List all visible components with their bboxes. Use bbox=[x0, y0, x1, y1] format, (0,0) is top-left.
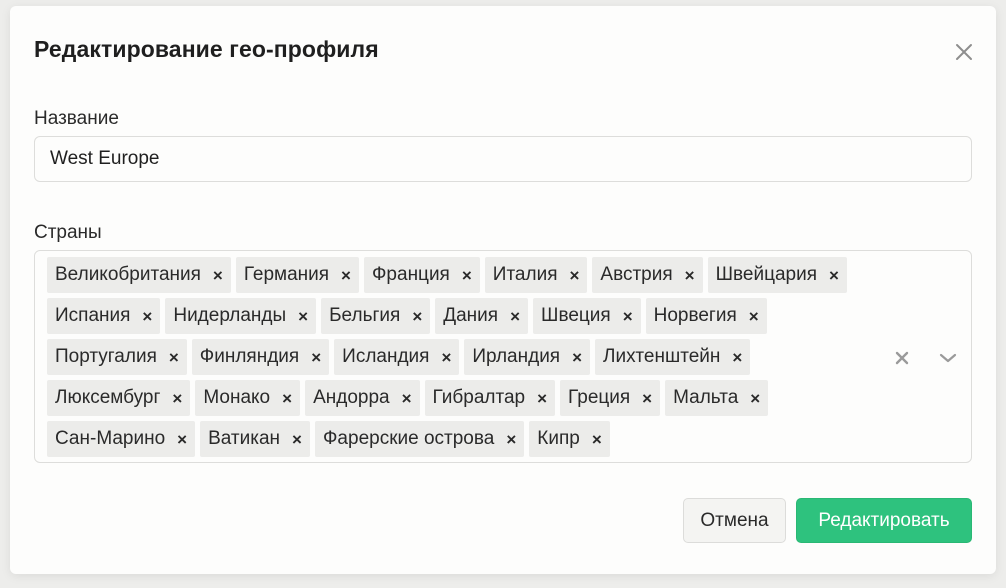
country-chip-label: Швеция bbox=[541, 305, 611, 326]
country-chip: Австрия × bbox=[592, 257, 703, 293]
remove-chip-icon[interactable]: × bbox=[142, 308, 152, 325]
remove-chip-icon[interactable]: × bbox=[749, 308, 759, 325]
country-chip-label: Финляндия bbox=[199, 346, 300, 367]
country-chip-label: Ирландия bbox=[472, 346, 561, 367]
remove-chip-icon[interactable]: × bbox=[292, 431, 302, 448]
country-chip-label: Швейцария bbox=[715, 264, 817, 285]
country-chip-label: Бельгия bbox=[329, 305, 401, 326]
country-chip-label: Фарерские острова bbox=[322, 428, 495, 449]
country-chip-label: Испания bbox=[55, 305, 131, 326]
country-chip: Испания × bbox=[47, 298, 161, 334]
countries-multiselect[interactable]: Великобритания × Германия × Франция × Италия × А… bbox=[34, 250, 972, 463]
close-button[interactable] bbox=[950, 38, 978, 66]
country-chip-label: Кипр bbox=[537, 428, 580, 449]
country-chip-label: Франция bbox=[371, 264, 450, 285]
country-chip: Франция × bbox=[363, 257, 480, 293]
country-chip: Андорра × bbox=[305, 380, 420, 416]
country-chip: Норвегия × bbox=[645, 298, 767, 334]
country-chip-label: Нидерланды bbox=[173, 305, 287, 326]
remove-chip-icon[interactable]: × bbox=[213, 267, 223, 284]
country-chip-label: Греция bbox=[568, 387, 631, 408]
country-chip: Бельгия × bbox=[321, 298, 431, 334]
remove-chip-icon[interactable]: × bbox=[623, 308, 633, 325]
remove-chip-icon[interactable]: × bbox=[169, 349, 179, 366]
country-chip: Мальта × bbox=[665, 380, 769, 416]
country-chip-list: Великобритания × Германия × Франция × Италия × А… bbox=[47, 257, 867, 457]
remove-chip-icon[interactable]: × bbox=[506, 431, 516, 448]
country-chip: Лихтенштейн × bbox=[595, 339, 751, 375]
remove-chip-icon[interactable]: × bbox=[298, 308, 308, 325]
chevron-down-icon bbox=[939, 353, 957, 363]
country-chip: Великобритания × bbox=[47, 257, 231, 293]
country-chip-label: Монако bbox=[203, 387, 271, 408]
country-chip: Ирландия × bbox=[464, 339, 591, 375]
country-chip: Германия × bbox=[235, 257, 359, 293]
remove-chip-icon[interactable]: × bbox=[177, 431, 187, 448]
dropdown-toggle[interactable] bbox=[937, 347, 959, 369]
remove-chip-icon[interactable]: × bbox=[402, 390, 412, 407]
country-chip-label: Лихтенштейн bbox=[603, 346, 721, 367]
remove-chip-icon[interactable]: × bbox=[732, 349, 742, 366]
country-chip: Ватикан × bbox=[200, 421, 310, 457]
country-chip: Исландия × bbox=[334, 339, 460, 375]
country-chip: Греция × bbox=[560, 380, 661, 416]
country-chip: Дания × bbox=[435, 298, 529, 334]
remove-chip-icon[interactable]: × bbox=[172, 390, 182, 407]
country-chip-label: Португалия bbox=[55, 346, 157, 367]
remove-chip-icon[interactable]: × bbox=[441, 349, 451, 366]
remove-chip-icon[interactable]: × bbox=[510, 308, 520, 325]
country-chip: Швейцария × bbox=[707, 257, 847, 293]
edit-geo-profile-dialog: Редактирование гео-профиля Название Стра… bbox=[10, 6, 996, 574]
remove-chip-icon[interactable]: × bbox=[685, 267, 695, 284]
country-chip: Гибралтар × bbox=[424, 380, 556, 416]
country-chip-label: Норвегия bbox=[653, 305, 737, 326]
dialog-title: Редактирование гео-профиля bbox=[34, 36, 379, 62]
country-chip: Финляндия × bbox=[191, 339, 330, 375]
remove-chip-icon[interactable]: × bbox=[829, 267, 839, 284]
country-chip: Люксембург × bbox=[47, 380, 191, 416]
country-chip-label: Андорра bbox=[313, 387, 390, 408]
clear-icon bbox=[895, 351, 909, 365]
country-chip-label: Исландия bbox=[342, 346, 430, 367]
remove-chip-icon[interactable]: × bbox=[341, 267, 351, 284]
country-chip: Нидерланды × bbox=[165, 298, 317, 334]
name-field-label: Название bbox=[34, 108, 119, 129]
country-chip-label: Люксембург bbox=[55, 387, 161, 408]
country-chip: Португалия × bbox=[47, 339, 187, 375]
country-chip-label: Ватикан bbox=[208, 428, 281, 449]
remove-chip-icon[interactable]: × bbox=[572, 349, 582, 366]
cancel-button[interactable]: Отмена bbox=[683, 498, 786, 543]
country-chip-label: Сан-Марино bbox=[55, 428, 166, 449]
country-chip: Сан-Марино × bbox=[47, 421, 196, 457]
country-chip-label: Гибралтар bbox=[432, 387, 526, 408]
remove-chip-icon[interactable]: × bbox=[412, 308, 422, 325]
country-chip: Кипр × bbox=[529, 421, 610, 457]
country-chip-label: Дания bbox=[443, 305, 499, 326]
submit-button[interactable]: Редактировать bbox=[796, 498, 972, 543]
country-chip-label: Австрия bbox=[600, 264, 673, 285]
close-icon bbox=[956, 44, 972, 60]
countries-field-label: Страны bbox=[34, 222, 102, 243]
remove-chip-icon[interactable]: × bbox=[750, 390, 760, 407]
name-input[interactable] bbox=[34, 136, 972, 182]
remove-chip-icon[interactable]: × bbox=[569, 267, 579, 284]
remove-chip-icon[interactable]: × bbox=[642, 390, 652, 407]
country-chip-label: Великобритания bbox=[55, 264, 201, 285]
country-chip: Швеция × bbox=[533, 298, 641, 334]
remove-chip-icon[interactable]: × bbox=[462, 267, 472, 284]
remove-chip-icon[interactable]: × bbox=[537, 390, 547, 407]
remove-chip-icon[interactable]: × bbox=[311, 349, 321, 366]
country-chip-label: Италия bbox=[492, 264, 558, 285]
remove-chip-icon[interactable]: × bbox=[282, 390, 292, 407]
country-chip: Италия × bbox=[484, 257, 588, 293]
country-chip: Монако × bbox=[195, 380, 301, 416]
country-chip-label: Мальта bbox=[673, 387, 739, 408]
country-chip-label: Германия bbox=[243, 264, 330, 285]
clear-all-button[interactable] bbox=[891, 347, 913, 369]
country-chip: Фарерские острова × bbox=[314, 421, 525, 457]
remove-chip-icon[interactable]: × bbox=[592, 431, 602, 448]
